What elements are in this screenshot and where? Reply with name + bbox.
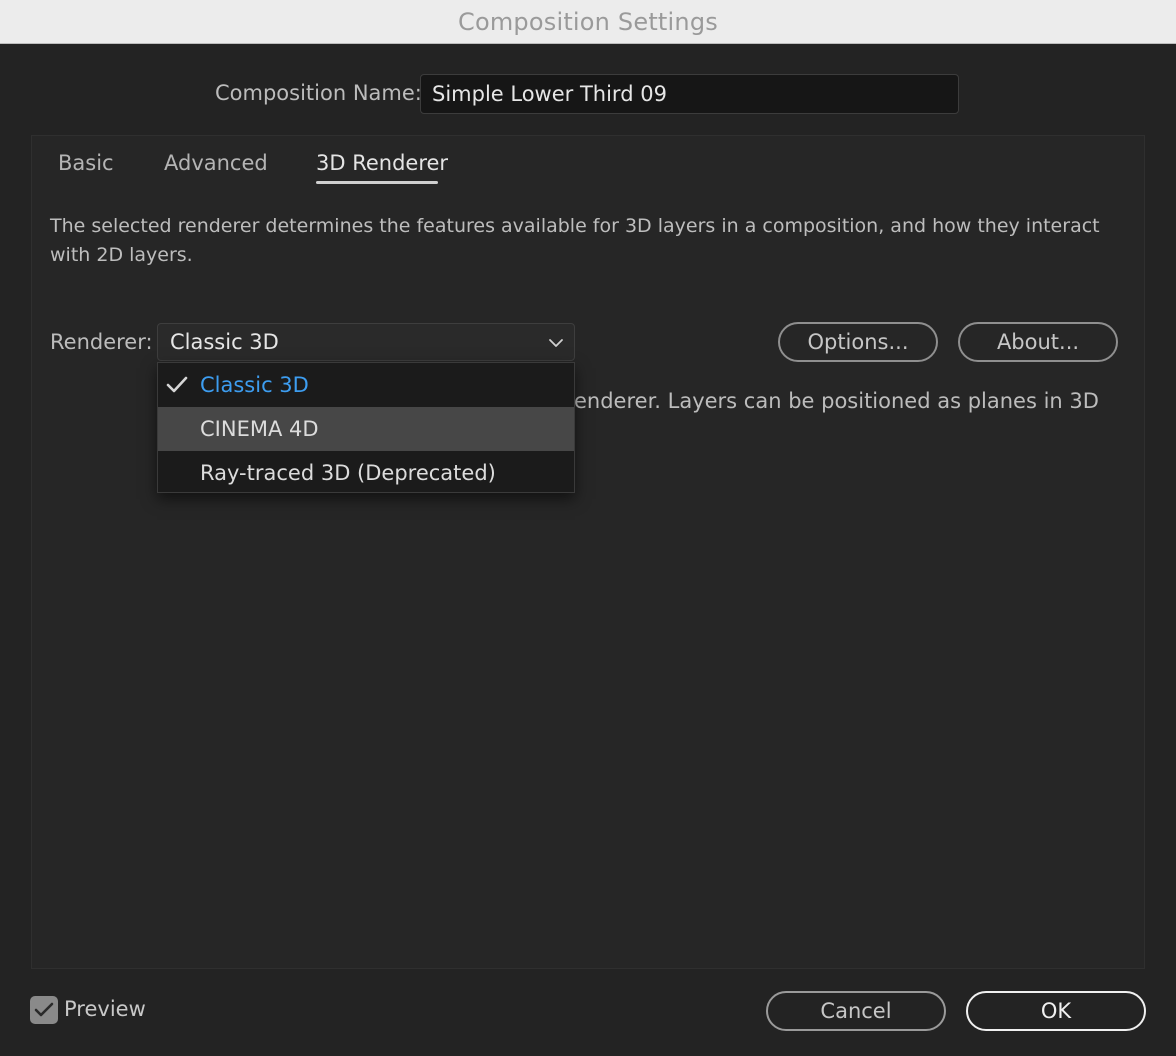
dropdown-item-classic-3d[interactable]: Classic 3D	[158, 363, 574, 407]
dropdown-item-ray-traced-3d[interactable]: Ray-traced 3D (Deprecated)	[158, 451, 574, 495]
window-title: Composition Settings	[458, 7, 718, 36]
active-tab-indicator	[316, 181, 438, 184]
dropdown-item-label: Classic 3D	[200, 373, 309, 397]
dropdown-item-label: Ray-traced 3D (Deprecated)	[200, 461, 496, 485]
renderer-description: The selected renderer determines the fea…	[50, 215, 1100, 266]
checkmark-icon	[166, 376, 188, 393]
tab-advanced[interactable]: Advanced	[164, 151, 268, 175]
title-bar: Composition Settings	[0, 0, 1176, 44]
renderer-dropdown-menu: Classic 3D CINEMA 4D Ray-traced 3D (Depr…	[157, 362, 575, 493]
chevron-down-icon	[549, 339, 563, 347]
preview-checkbox[interactable]	[30, 996, 58, 1024]
ok-button[interactable]: OK	[966, 991, 1146, 1031]
renderer-select[interactable]: Classic 3D	[157, 323, 575, 361]
composition-name-input[interactable]	[420, 74, 959, 114]
checkmark-icon	[34, 1002, 54, 1017]
tab-3d-renderer[interactable]: 3D Renderer	[316, 151, 448, 175]
preview-label: Preview	[64, 997, 146, 1021]
tab-basic[interactable]: Basic	[58, 151, 114, 175]
cancel-button[interactable]: Cancel	[766, 991, 946, 1031]
composition-name-label: Composition Name:	[215, 81, 422, 105]
renderer-select-value: Classic 3D	[170, 330, 279, 354]
renderer-info-text: enderer. Layers can be positioned as pla…	[574, 389, 1099, 413]
dropdown-item-cinema-4d[interactable]: CINEMA 4D	[158, 407, 574, 451]
options-button[interactable]: Options...	[778, 322, 938, 362]
renderer-label: Renderer:	[50, 330, 153, 354]
about-button[interactable]: About...	[958, 322, 1118, 362]
dropdown-item-label: CINEMA 4D	[200, 417, 319, 441]
